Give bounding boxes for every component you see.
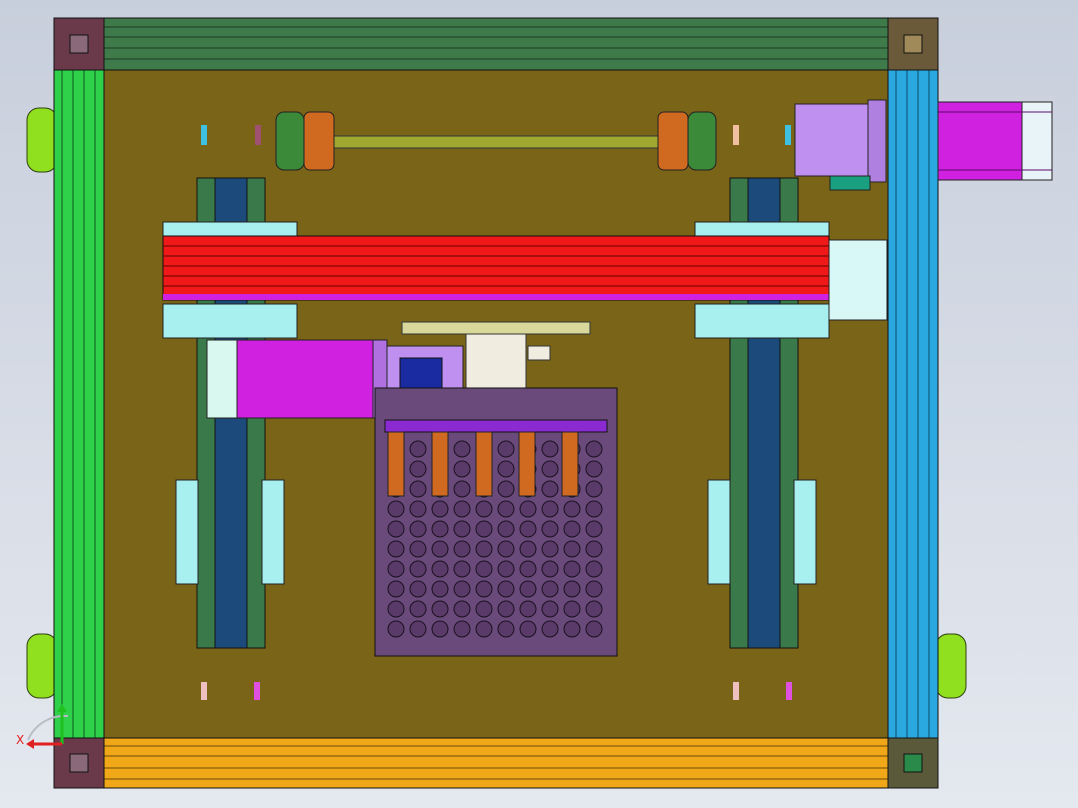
corner-block-top-right [887,17,939,71]
frame-top-profile[interactable] [53,17,939,71]
x-axis-motor-right[interactable] [937,101,1053,181]
sample-tray[interactable] [374,387,618,657]
corner-block-bottom-right [887,737,939,789]
frame-bottom-profile[interactable] [53,737,939,789]
frame-left-profile[interactable] [53,69,105,739]
shaft-drive-motor[interactable] [794,99,887,191]
frame-right-profile[interactable] [887,69,939,739]
wheel-top-left [26,107,58,173]
wheel-bottom-left [26,633,58,699]
x-axis-label: X [16,733,24,747]
assembly-top-view: X [0,0,1078,808]
wheel-bottom-right [935,633,967,699]
cad-viewport[interactable]: X [0,0,1078,808]
corner-block-top-left [53,17,105,71]
